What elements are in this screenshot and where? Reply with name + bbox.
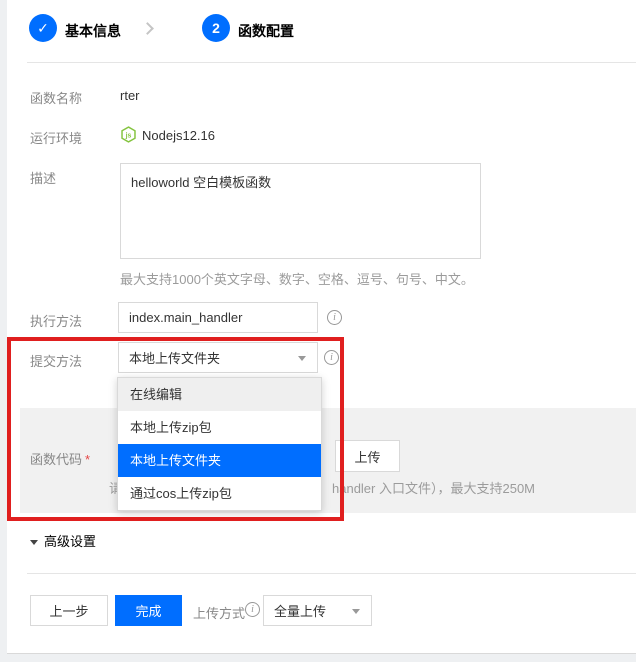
- handler-input[interactable]: [118, 302, 318, 333]
- submit-method-value: 本地上传文件夹: [129, 348, 220, 367]
- submit-method-info-icon[interactable]: i: [324, 350, 339, 365]
- runtime-value: Nodejs12.16: [142, 128, 215, 143]
- description-label: 描述: [30, 168, 56, 187]
- function-code-section: 函数代码* 上传 请 handler 入口文件），最大支持250M: [20, 408, 636, 513]
- advanced-settings-label: 高级设置: [44, 534, 96, 549]
- handler-info-icon[interactable]: i: [327, 310, 342, 325]
- triangle-down-icon: [30, 540, 38, 545]
- code-hint-fragment-right: handler 入口文件），最大支持250M: [332, 478, 535, 497]
- required-asterisk: *: [85, 452, 90, 467]
- submit-method-select[interactable]: 本地上传文件夹: [118, 342, 318, 373]
- caret-down-icon: [352, 609, 360, 614]
- submit-method-label: 提交方法: [30, 351, 82, 370]
- nodejs-icon: js: [120, 126, 137, 148]
- function-name-value: rter: [120, 88, 140, 103]
- step1-label: 基本信息: [65, 21, 121, 41]
- page: ✓ 基本信息 2 函数配置 函数名称 rter 运行环境 js Nodejs12…: [0, 0, 636, 662]
- advanced-settings-toggle[interactable]: 高级设置: [30, 531, 96, 550]
- submit-method-dropdown: 在线编辑 本地上传zip包 本地上传文件夹 通过cos上传zip包: [117, 377, 322, 511]
- step1-done-circle: ✓: [29, 14, 57, 42]
- dropdown-option-cos-zip[interactable]: 通过cos上传zip包: [118, 477, 321, 510]
- function-code-label: 函数代码*: [30, 449, 90, 468]
- step2-label: 函数配置: [238, 21, 294, 41]
- upload-mode-value: 全量上传: [274, 601, 326, 620]
- runtime-label: 运行环境: [30, 128, 82, 147]
- previous-step-button[interactable]: 上一步: [30, 595, 108, 626]
- dropdown-option-upload-zip[interactable]: 本地上传zip包: [118, 411, 321, 444]
- handler-label: 执行方法: [30, 311, 82, 330]
- function-name-label: 函数名称: [30, 88, 82, 107]
- step2-circle: 2: [202, 14, 230, 42]
- caret-down-icon: [298, 356, 306, 361]
- step2-number: 2: [212, 20, 220, 36]
- divider-top: [27, 62, 636, 63]
- dropdown-option-upload-folder[interactable]: 本地上传文件夹: [118, 444, 321, 477]
- content-panel: ✓ 基本信息 2 函数配置 函数名称 rter 运行环境 js Nodejs12…: [7, 0, 636, 654]
- upload-button[interactable]: 上传: [335, 440, 400, 472]
- dropdown-option-online-edit[interactable]: 在线编辑: [118, 378, 321, 411]
- divider-bottom: [27, 573, 636, 574]
- upload-mode-label: 上传方式: [193, 603, 245, 622]
- chevron-right-icon: [141, 22, 154, 35]
- description-textarea[interactable]: helloworld 空白模板函数: [120, 163, 481, 259]
- check-icon: ✓: [37, 20, 49, 37]
- upload-mode-info-icon[interactable]: i: [245, 602, 260, 617]
- svg-text:js: js: [125, 132, 132, 139]
- upload-mode-select[interactable]: 全量上传: [263, 595, 372, 626]
- finish-button[interactable]: 完成: [115, 595, 182, 626]
- description-hint: 最大支持1000个英文字母、数字、空格、逗号、句号、中文。: [120, 269, 474, 288]
